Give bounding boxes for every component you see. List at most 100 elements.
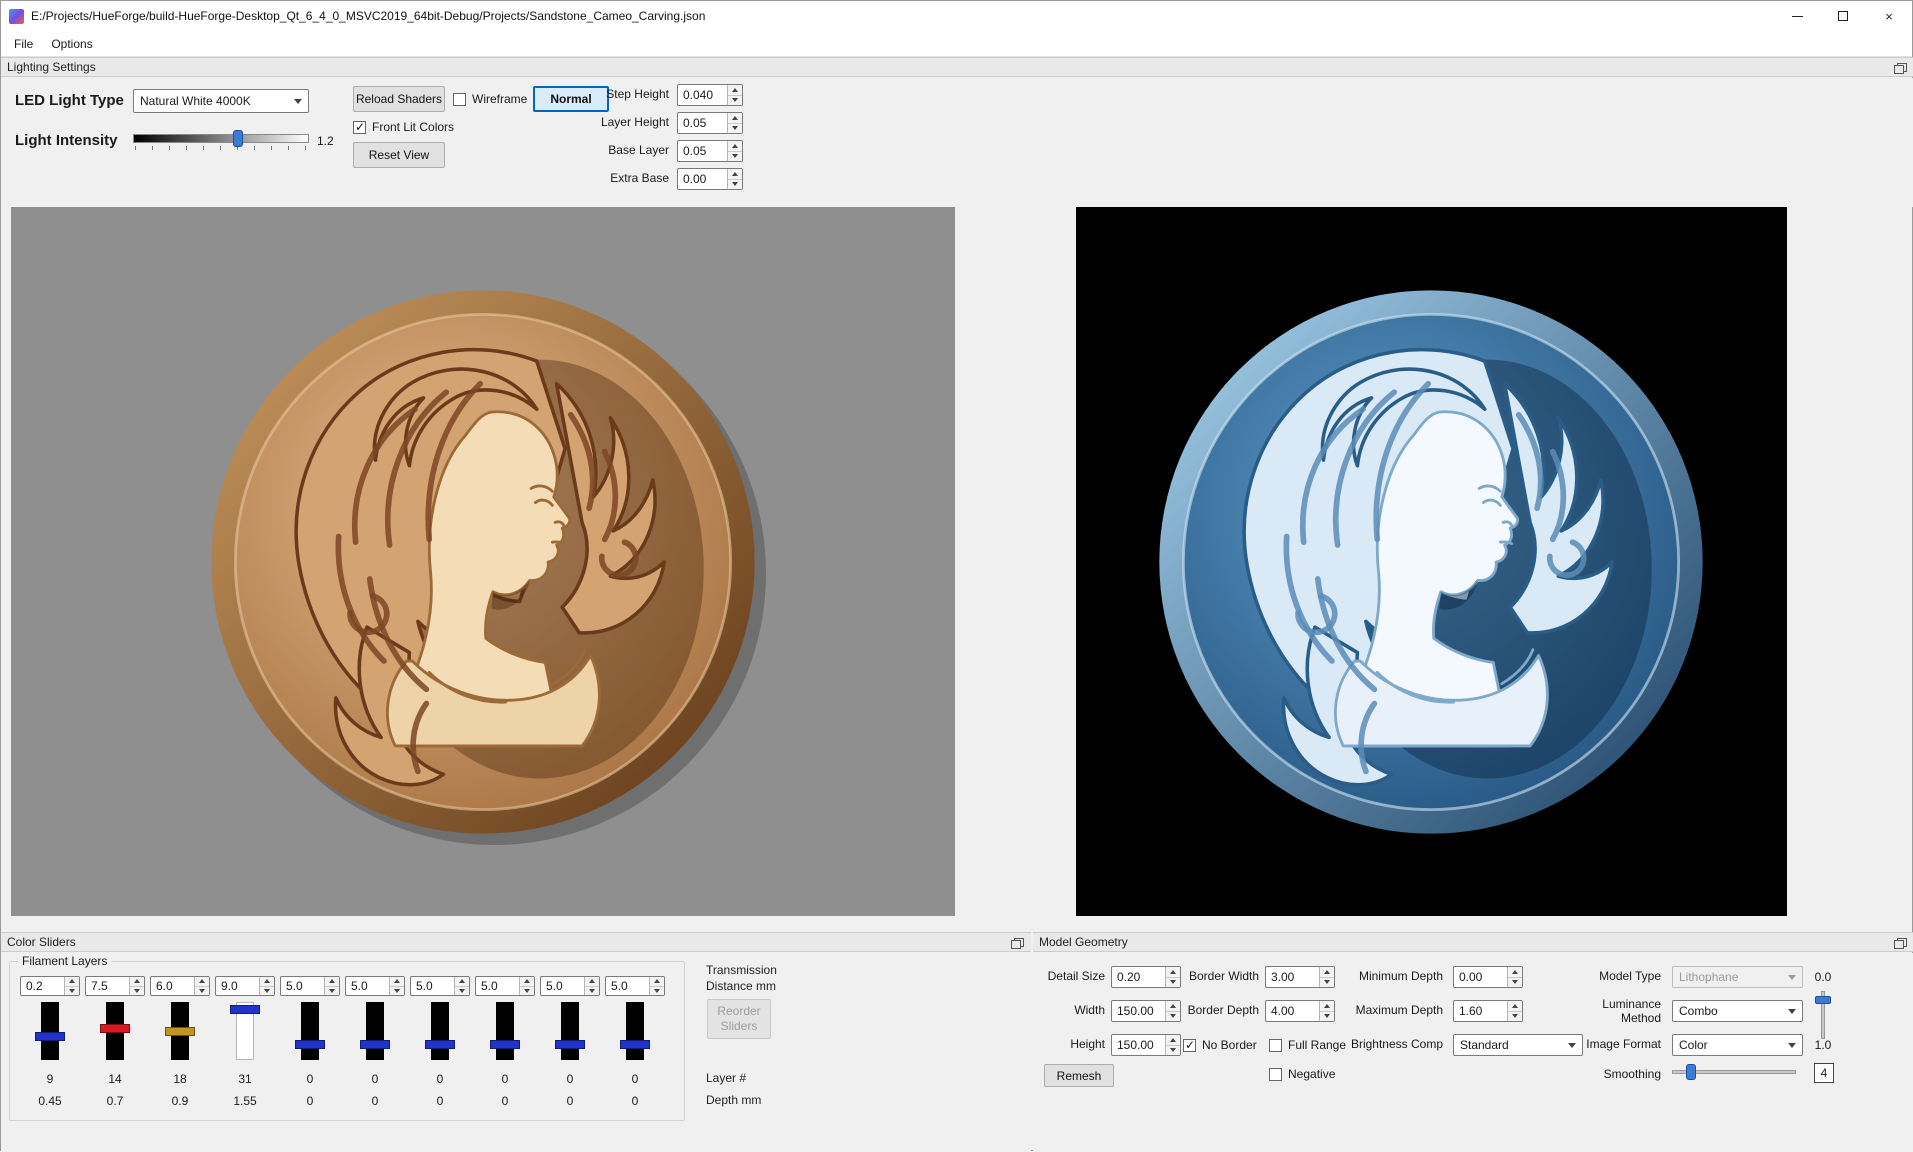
float-dock-icon[interactable] — [1894, 938, 1907, 949]
spin-down-icon[interactable] — [585, 986, 599, 996]
filament-slider-handle[interactable] — [555, 1040, 585, 1049]
model-geometry-dock-header[interactable]: Model Geometry — [1033, 932, 1913, 952]
reset-view-button[interactable]: Reset View — [353, 142, 445, 168]
filament-transmission-spinbox[interactable]: 5.0 — [475, 976, 535, 996]
spin-down-icon[interactable] — [325, 986, 339, 996]
spin-up-icon[interactable] — [728, 113, 742, 123]
filament-slider-handle[interactable] — [35, 1032, 65, 1041]
filament-slider-handle[interactable] — [620, 1040, 650, 1049]
title-bar[interactable]: E:/Projects/HueForge/build-HueForge-Desk… — [1, 1, 1912, 31]
spin-up-icon[interactable] — [195, 977, 209, 986]
height-spinbox[interactable]: 150.00 — [1111, 1034, 1181, 1056]
front-lit-colors-checkbox[interactable]: Front Lit Colors — [353, 120, 454, 134]
spin-up-icon[interactable] — [455, 977, 469, 986]
filament-slider-handle[interactable] — [360, 1040, 390, 1049]
step-height-spinbox[interactable]: 0.040 — [677, 84, 743, 106]
filament-color-slider[interactable] — [85, 1002, 145, 1060]
full-range-checkbox[interactable]: Full Range — [1269, 1038, 1346, 1052]
filament-transmission-spinbox[interactable]: 5.0 — [410, 976, 470, 996]
no-border-checkbox[interactable]: No Border — [1183, 1038, 1257, 1052]
remesh-button[interactable]: Remesh — [1044, 1064, 1114, 1087]
viewport-filament-render[interactable] — [11, 207, 955, 916]
detail-size-spinbox[interactable]: 0.20 — [1111, 966, 1181, 988]
maximum-depth-spinbox[interactable]: 1.60 — [1453, 1000, 1523, 1022]
brightness-comp-combo[interactable]: Standard — [1453, 1034, 1583, 1056]
filament-color-slider[interactable] — [20, 1002, 80, 1060]
minimize-button[interactable] — [1774, 1, 1820, 31]
luminance-method-combo[interactable]: Combo — [1672, 1000, 1803, 1022]
wireframe-checkbox[interactable]: Wireframe — [453, 92, 527, 106]
spin-down-icon[interactable] — [195, 986, 209, 996]
border-width-spinbox[interactable]: 3.00 — [1265, 966, 1335, 988]
spin-up-icon[interactable] — [260, 977, 274, 986]
spin-down-icon[interactable] — [650, 986, 664, 996]
filament-transmission-spinbox[interactable]: 7.5 — [85, 976, 145, 996]
spin-up-icon[interactable] — [520, 977, 534, 986]
border-depth-spinbox[interactable]: 4.00 — [1265, 1000, 1335, 1022]
width-spinbox[interactable]: 150.00 — [1111, 1000, 1181, 1022]
filament-transmission-spinbox[interactable]: 0.2 — [20, 976, 80, 996]
filament-slider-handle[interactable] — [425, 1040, 455, 1049]
spin-up-icon[interactable] — [1508, 967, 1522, 977]
smoothing-slider-handle[interactable] — [1686, 1064, 1696, 1080]
filament-color-slider[interactable] — [540, 1002, 600, 1060]
spin-up-icon[interactable] — [1320, 967, 1334, 977]
spin-up-icon[interactable] — [130, 977, 144, 986]
negative-checkbox[interactable]: Negative — [1269, 1067, 1335, 1081]
spin-up-icon[interactable] — [1166, 1001, 1180, 1011]
spin-down-icon[interactable] — [1320, 977, 1334, 988]
spin-down-icon[interactable] — [1166, 1045, 1180, 1056]
spin-down-icon[interactable] — [728, 151, 742, 162]
spin-up-icon[interactable] — [728, 85, 742, 95]
filament-slider-handle[interactable] — [230, 1005, 260, 1014]
spin-up-icon[interactable] — [650, 977, 664, 986]
light-intensity-slider-handle[interactable] — [233, 130, 243, 147]
base-layer-spinbox[interactable]: 0.05 — [677, 140, 743, 162]
filament-transmission-spinbox[interactable]: 5.0 — [540, 976, 600, 996]
luminance-range-slider[interactable] — [1809, 991, 1837, 1039]
spin-up-icon[interactable] — [1320, 1001, 1334, 1011]
filament-color-slider[interactable] — [475, 1002, 535, 1060]
menu-options[interactable]: Options — [42, 33, 101, 55]
spin-up-icon[interactable] — [390, 977, 404, 986]
viewport-source-image[interactable] — [1076, 207, 1787, 916]
close-button[interactable]: × — [1866, 1, 1912, 31]
image-format-combo[interactable]: Color — [1672, 1034, 1803, 1056]
luminance-range-slider-handle[interactable] — [1815, 996, 1831, 1004]
spin-down-icon[interactable] — [260, 986, 274, 996]
filament-color-slider[interactable] — [280, 1002, 340, 1060]
filament-transmission-spinbox[interactable]: 6.0 — [150, 976, 210, 996]
lighting-settings-dock-header[interactable]: Lighting Settings — [1, 57, 1913, 77]
filament-color-slider[interactable] — [605, 1002, 665, 1060]
spin-down-icon[interactable] — [1166, 977, 1180, 988]
spin-up-icon[interactable] — [65, 977, 79, 986]
float-dock-icon[interactable] — [1894, 63, 1907, 74]
spin-up-icon[interactable] — [325, 977, 339, 986]
menu-file[interactable]: File — [5, 33, 42, 55]
spin-down-icon[interactable] — [1508, 977, 1522, 988]
spin-up-icon[interactable] — [728, 141, 742, 151]
extra-base-spinbox[interactable]: 0.00 — [677, 168, 743, 190]
spin-down-icon[interactable] — [728, 179, 742, 190]
filament-color-slider[interactable] — [410, 1002, 470, 1060]
light-intensity-slider[interactable] — [133, 130, 309, 152]
filament-color-slider[interactable] — [345, 1002, 405, 1060]
spin-down-icon[interactable] — [520, 986, 534, 996]
filament-slider-handle[interactable] — [295, 1040, 325, 1049]
led-light-type-combo[interactable]: Natural White 4000K — [133, 89, 309, 113]
layer-height-spinbox[interactable]: 0.05 — [677, 112, 743, 134]
spin-down-icon[interactable] — [455, 986, 469, 996]
spin-up-icon[interactable] — [728, 169, 742, 179]
spin-up-icon[interactable] — [585, 977, 599, 986]
spin-down-icon[interactable] — [390, 986, 404, 996]
spin-down-icon[interactable] — [1508, 1011, 1522, 1022]
spin-down-icon[interactable] — [65, 986, 79, 996]
filament-slider-handle[interactable] — [490, 1040, 520, 1049]
filament-slider-handle[interactable] — [100, 1024, 130, 1033]
light-intensity-slider-track[interactable] — [133, 134, 309, 143]
filament-transmission-spinbox[interactable]: 5.0 — [605, 976, 665, 996]
filament-transmission-spinbox[interactable]: 9.0 — [215, 976, 275, 996]
color-sliders-dock-header[interactable]: Color Sliders — [1, 932, 1031, 952]
filament-slider-handle[interactable] — [165, 1027, 195, 1036]
spin-up-icon[interactable] — [1166, 967, 1180, 977]
